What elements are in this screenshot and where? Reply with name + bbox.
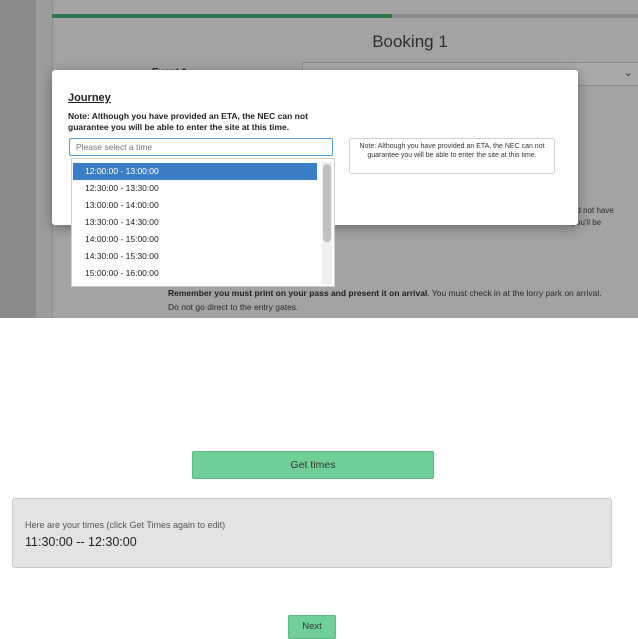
- booking-title: Booking 1: [372, 32, 448, 51]
- dropdown-scrollbar-thumb[interactable]: [323, 164, 331, 242]
- remember-notice-bold: Remember you must print on your pass and…: [168, 288, 428, 298]
- time-option[interactable]: 12:00:00 - 13:00:00: [73, 163, 317, 180]
- chevron-down-icon: ⌄: [623, 67, 633, 79]
- time-dropdown[interactable]: 12:00:00 - 13:00:00 12:30:00 - 13:30:00 13…: [71, 158, 335, 287]
- eta-side-note: Note: Although you have provided an ETA,…: [349, 138, 555, 174]
- time-option[interactable]: 14:00:00 - 15:00:00: [73, 231, 317, 248]
- get-times-button[interactable]: Get times: [192, 451, 434, 479]
- background-side-text-line: you'll be: [572, 218, 602, 227]
- times-value: 11:30:00 -- 12:30:00: [25, 535, 137, 549]
- time-option[interactable]: 14:30:00 - 15:30:00: [73, 248, 317, 265]
- background-side-text: nd not have you'll be: [572, 205, 638, 229]
- dropdown-scrollbar[interactable]: [322, 162, 332, 285]
- remember-notice-line2: Do not go direct to the entry gates.: [168, 302, 299, 312]
- time-option[interactable]: 15:00:00 - 16:00:00: [73, 265, 317, 282]
- background-screenshot: Booking 1 Event * ⌄ nd not have you'll b…: [0, 0, 638, 318]
- time-select-input[interactable]: [69, 138, 333, 156]
- next-button[interactable]: Next: [288, 615, 336, 639]
- times-panel: Here are your times (click Get Times aga…: [12, 498, 612, 568]
- remember-notice-rest: . You must check in at the lorry park on…: [427, 288, 602, 298]
- time-option[interactable]: 13:30:00 - 14:30:00: [73, 214, 317, 231]
- progress-bar-track: [392, 14, 638, 18]
- times-hint: Here are your times (click Get Times aga…: [25, 520, 226, 530]
- progress-bar-fill: [52, 14, 392, 18]
- time-option[interactable]: 13:00:00 - 14:00:00: [73, 197, 317, 214]
- eta-note: Note: Although you have provided an ETA,…: [68, 111, 308, 132]
- background-side-text-line: nd not have: [572, 206, 614, 215]
- time-option[interactable]: 15:30:00 - 16:30:00: [73, 282, 317, 286]
- time-option[interactable]: 12:30:00 - 13:30:00: [73, 180, 317, 197]
- time-options-list: 12:00:00 - 13:00:00 12:30:00 - 13:30:00 13…: [73, 163, 317, 286]
- journey-heading: Journey: [68, 92, 111, 104]
- remember-notice: Remember you must print on your pass and…: [168, 286, 638, 314]
